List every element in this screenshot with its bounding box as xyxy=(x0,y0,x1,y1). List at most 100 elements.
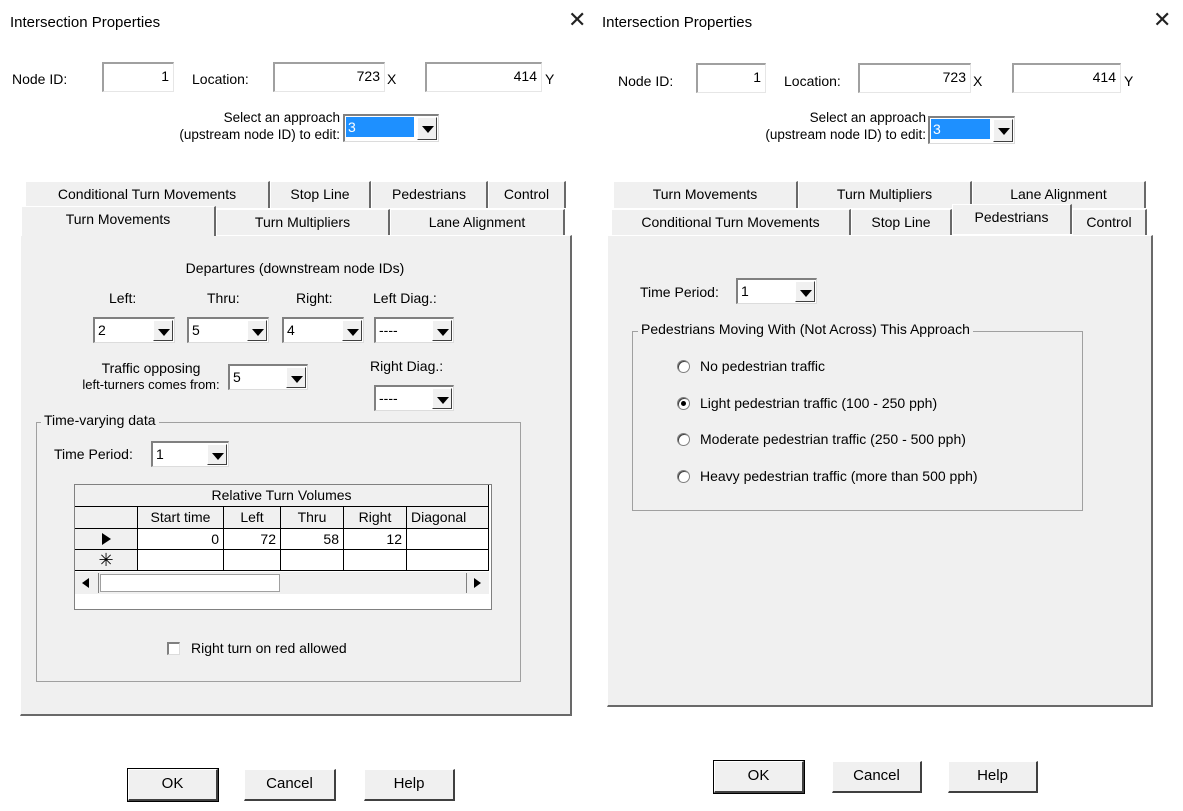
ok-button[interactable]: OK xyxy=(127,768,219,802)
node-id-field[interactable]: 1 xyxy=(102,62,174,92)
grid-col-diagonal: Diagonal xyxy=(407,507,489,529)
tab-lane-alignment[interactable]: Lane Alignment xyxy=(390,209,565,236)
location-x-field[interactable]: 723 xyxy=(858,63,971,93)
departures-header: Departures (downstream node IDs) xyxy=(185,260,405,276)
location-x-field[interactable]: 723 xyxy=(273,62,385,92)
grid-cell-start-time[interactable]: 0 xyxy=(138,529,224,550)
help-button[interactable]: Help xyxy=(364,769,455,801)
grid-title: Relative Turn Volumes xyxy=(75,485,489,507)
tab-pedestrians[interactable]: Pedestrians xyxy=(952,204,1072,234)
grid-cell-left[interactable]: 72 xyxy=(224,529,281,550)
chevron-down-icon[interactable] xyxy=(432,320,452,341)
tab-stop-line[interactable]: Stop Line xyxy=(270,181,371,208)
location-label: Location: xyxy=(192,71,249,87)
x-label: X xyxy=(387,71,397,87)
cancel-button[interactable]: Cancel xyxy=(832,761,922,793)
approach-select[interactable]: 3 xyxy=(928,116,1015,144)
tab-stop-line[interactable]: Stop Line xyxy=(851,209,952,236)
opposing-traffic-select[interactable]: 5 xyxy=(228,364,308,390)
left-diag-departure-select[interactable]: ---- xyxy=(374,317,454,343)
right-diag-label: Right Diag.: xyxy=(370,358,444,374)
close-icon[interactable]: ✕ xyxy=(1153,8,1171,32)
grid-new-cell[interactable] xyxy=(407,550,489,571)
time-period-select[interactable]: 1 xyxy=(151,441,229,467)
x-label: X xyxy=(973,73,983,89)
right-turn-on-red-checkbox[interactable] xyxy=(167,642,180,655)
scroll-thumb[interactable] xyxy=(100,574,280,592)
chevron-down-icon[interactable] xyxy=(795,281,815,302)
chevron-down-icon[interactable] xyxy=(432,388,452,409)
new-row-asterisk-icon: ✳ xyxy=(75,550,138,571)
node-id-label: Node ID: xyxy=(12,71,68,87)
thru-departure-select[interactable]: 5 xyxy=(187,317,269,343)
grid-new-cell[interactable] xyxy=(224,550,281,571)
tab-turn-movements[interactable]: Turn Movements xyxy=(21,206,216,236)
opposing-label-line1: Traffic opposing xyxy=(101,360,201,376)
approach-select[interactable]: 3 xyxy=(343,114,439,142)
grid-corner xyxy=(75,507,138,529)
right-departure-select[interactable]: 4 xyxy=(282,317,364,343)
ped-radio-heavy[interactable] xyxy=(677,470,690,483)
ped-option-label: Light pedestrian traffic (100 - 250 pph) xyxy=(700,395,938,411)
pedestrians-panel: Time Period: 1 Pedestrians Moving With (… xyxy=(607,235,1153,707)
chevron-down-icon[interactable] xyxy=(417,117,437,140)
grid-col-thru: Thru xyxy=(281,507,344,529)
approach-label-line1: Select an approach xyxy=(223,110,340,125)
intersection-properties-dialog-right: Intersection Properties ✕ Node ID: 1 Loc… xyxy=(592,0,1183,811)
tab-control[interactable]: Control xyxy=(488,181,566,208)
time-period-select[interactable]: 1 xyxy=(736,278,817,304)
tab-pedestrians[interactable]: Pedestrians xyxy=(371,181,488,208)
ped-radio-light[interactable] xyxy=(677,397,690,410)
chevron-down-icon[interactable] xyxy=(342,320,362,341)
cancel-button[interactable]: Cancel xyxy=(244,769,336,801)
tab-turn-movements[interactable]: Turn Movements xyxy=(613,181,798,208)
approach-label-line1: Select an approach xyxy=(809,110,926,125)
location-label: Location: xyxy=(784,73,841,89)
chevron-down-icon[interactable] xyxy=(207,444,227,465)
chevron-down-icon[interactable] xyxy=(153,320,173,341)
tab-turn-multipliers[interactable]: Turn Multipliers xyxy=(216,209,390,236)
grid-cell-diagonal[interactable] xyxy=(407,529,489,550)
grid-col-start-time: Start time xyxy=(138,507,224,529)
time-varying-label: Time-varying data xyxy=(41,412,159,428)
scroll-right-icon[interactable] xyxy=(466,573,489,593)
grid-cell-right[interactable]: 12 xyxy=(344,529,407,550)
relative-turn-volumes-grid[interactable]: Relative Turn Volumes Start time Left Th… xyxy=(74,484,492,610)
chevron-down-icon[interactable] xyxy=(247,320,267,341)
grid-new-cell[interactable] xyxy=(281,550,344,571)
opposing-label-line2: left-turners comes from: xyxy=(82,377,220,392)
right-label: Right: xyxy=(296,290,333,306)
location-y-field[interactable]: 414 xyxy=(425,62,542,92)
chevron-down-icon[interactable] xyxy=(993,119,1013,142)
ped-option-label: Heavy pedestrian traffic (more than 500 … xyxy=(700,468,978,484)
ped-radio-none[interactable] xyxy=(677,360,690,373)
grid-col-right: Right xyxy=(344,507,407,529)
approach-label-line2: (upstream node ID) to edit: xyxy=(765,127,926,142)
horizontal-scrollbar[interactable] xyxy=(75,572,489,594)
ped-radio-moderate[interactable] xyxy=(677,433,690,446)
grid-new-cell[interactable] xyxy=(138,550,224,571)
left-diag-label: Left Diag.: xyxy=(373,290,437,306)
right-diag-departure-select[interactable]: ---- xyxy=(374,385,454,411)
left-label: Left: xyxy=(109,290,137,306)
close-icon[interactable]: ✕ xyxy=(568,8,586,32)
scroll-left-icon[interactable] xyxy=(76,573,99,593)
right-turn-on-red-label: Right turn on red allowed xyxy=(191,640,347,656)
tab-turn-multipliers[interactable]: Turn Multipliers xyxy=(798,181,972,208)
ok-button[interactable]: OK xyxy=(713,760,805,794)
grid-cell-thru[interactable]: 58 xyxy=(281,529,344,550)
approach-label-line2: (upstream node ID) to edit: xyxy=(179,127,340,142)
help-button[interactable]: Help xyxy=(948,761,1038,793)
tab-conditional-turn-movements[interactable]: Conditional Turn Movements xyxy=(25,181,270,208)
current-row-icon xyxy=(75,529,138,550)
tab-control[interactable]: Control xyxy=(1072,209,1147,236)
ped-option-label: No pedestrian traffic xyxy=(700,358,826,374)
left-departure-select[interactable]: 2 xyxy=(93,317,175,343)
grid-new-cell[interactable] xyxy=(344,550,407,571)
chevron-down-icon[interactable] xyxy=(286,367,306,388)
location-y-field[interactable]: 414 xyxy=(1012,63,1121,93)
tab-conditional-turn-movements[interactable]: Conditional Turn Movements xyxy=(611,209,851,236)
time-period-label: Time Period: xyxy=(640,284,719,300)
turn-movements-panel: Departures (downstream node IDs) Left: T… xyxy=(20,235,572,716)
node-id-field[interactable]: 1 xyxy=(696,63,766,93)
